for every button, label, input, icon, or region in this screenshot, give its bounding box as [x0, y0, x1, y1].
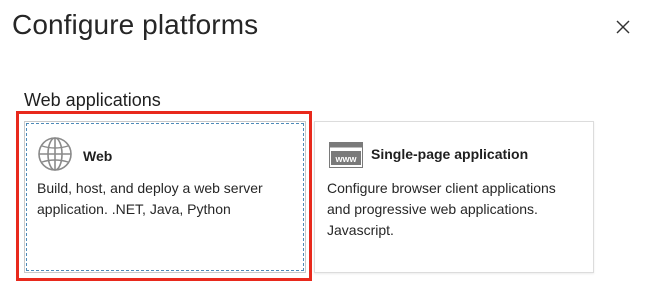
section-heading: Web applications [24, 90, 161, 110]
globe-icon [37, 136, 73, 172]
close-button[interactable] [614, 18, 632, 36]
spa-card-description: Configure browser client applications an… [327, 180, 556, 238]
www-browser-icon: www [329, 142, 363, 168]
configure-platforms-panel: Configure platforms Web applications Web… [0, 0, 656, 283]
spa-platform-card[interactable]: www Single-page application Configure br… [314, 121, 594, 273]
web-card-title: Web [83, 148, 113, 164]
spa-card-title: Single-page application [371, 146, 529, 162]
close-icon [616, 20, 630, 34]
www-icon-text: www [334, 154, 357, 164]
page-title: Configure platforms [12, 9, 259, 40]
web-platform-card[interactable]: Web Build, host, and deploy a web server… [24, 121, 306, 273]
web-card-description: Build, host, and deploy a web server app… [37, 180, 263, 217]
